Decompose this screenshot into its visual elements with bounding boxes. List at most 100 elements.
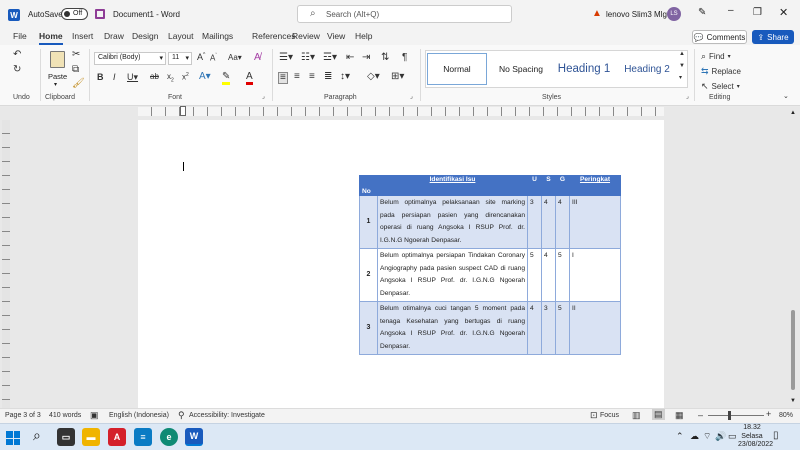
vertical-scrollbar[interactable]: ▲ ▼ (788, 110, 798, 406)
multilevel-list-icon[interactable]: ☲▾ (323, 53, 337, 63)
bullets-icon[interactable]: ☰▾ (279, 53, 293, 63)
decrease-indent-icon[interactable]: ⇤ (346, 53, 354, 63)
comments-button[interactable]: 💬 Comments (692, 30, 747, 44)
task-view-icon[interactable]: ▭ (57, 428, 75, 446)
align-center-icon[interactable]: ≡ (294, 72, 300, 82)
increase-indent-icon[interactable]: ⇥ (362, 53, 370, 63)
style-normal[interactable]: Normal (427, 53, 487, 85)
redo-icon[interactable]: ↻ (13, 65, 21, 75)
italic-icon[interactable]: I (113, 73, 116, 82)
tab-mailings[interactable]: Mailings (202, 31, 233, 41)
zoom-slider[interactable] (708, 411, 764, 420)
styles-more-icon[interactable]: ▾ (679, 75, 682, 81)
ruler-indent-marker[interactable] (180, 106, 186, 116)
change-case-icon[interactable]: Aa▾ (228, 54, 242, 62)
tab-draw[interactable]: Draw (104, 31, 124, 41)
battery-icon[interactable]: ▭ (728, 431, 737, 442)
paste-button[interactable]: Paste ▾ (48, 49, 68, 89)
style-heading-2[interactable]: Heading 2 (617, 53, 677, 85)
zoom-slider-thumb[interactable] (728, 411, 731, 420)
horizontal-ruler[interactable] (138, 107, 664, 116)
read-mode-icon[interactable]: ▥ (632, 410, 641, 421)
clear-formatting-icon[interactable]: A̸ (254, 53, 261, 63)
tab-home[interactable]: Home (39, 31, 63, 45)
collapse-ribbon-icon[interactable]: ⌄ (783, 93, 789, 100)
search-box[interactable]: ⌕ Search (Alt+Q) (297, 5, 512, 23)
word-app-icon[interactable]: W (8, 9, 20, 21)
proofing-icon[interactable]: ▣ (90, 410, 99, 421)
chevron-up-icon[interactable]: ⌃ (676, 431, 684, 442)
tab-file[interactable]: File (13, 31, 27, 41)
scroll-down-icon[interactable]: ▼ (790, 398, 796, 404)
tab-review[interactable]: Review (292, 31, 320, 41)
edge-icon[interactable]: e (160, 428, 178, 446)
close-icon[interactable]: ✕ (779, 6, 788, 19)
scroll-up-icon[interactable]: ▲ (790, 110, 796, 116)
wifi-icon[interactable]: ⌔ (703, 431, 711, 442)
bold-icon[interactable]: B (97, 73, 104, 82)
windows-start-icon[interactable] (6, 431, 20, 445)
print-layout-icon[interactable]: ▤ (652, 409, 665, 420)
warning-icon[interactable]: ▲ (592, 8, 602, 19)
tab-view[interactable]: View (327, 31, 345, 41)
row-description[interactable]: Belum optimalnya persiapan Tindakan Coro… (377, 248, 528, 302)
search-icon[interactable]: ⌕ (33, 427, 41, 444)
find-button[interactable]: ⌕ Find ▾ (701, 51, 731, 62)
shrink-font-icon[interactable]: Aˇ (210, 54, 217, 63)
styles-scroll-up-icon[interactable]: ▲ (679, 51, 685, 57)
notifications-icon[interactable]: ▯ (773, 430, 779, 441)
word-taskbar-icon[interactable]: W (185, 428, 203, 446)
focus-button[interactable]: Focus (600, 412, 619, 419)
align-right-icon[interactable]: ≡ (309, 72, 315, 82)
tab-layout[interactable]: Layout (168, 31, 194, 41)
tab-design[interactable]: Design (132, 31, 158, 41)
file-explorer-icon[interactable]: ▬ (82, 428, 100, 446)
strikethrough-icon[interactable]: ab (150, 73, 159, 81)
pen-icon[interactable]: ✎ (698, 7, 706, 18)
word-count[interactable]: 410 words (49, 412, 81, 419)
notepad-icon[interactable]: ≡ (134, 428, 152, 446)
tab-references[interactable]: References (252, 31, 295, 41)
web-layout-icon[interactable]: ▦ (675, 410, 684, 421)
dialog-launcher-icon[interactable]: ⌟ (686, 94, 689, 100)
accessibility-status[interactable]: Accessibility: Investigate (189, 412, 265, 419)
language-status[interactable]: English (Indonesia) (109, 412, 169, 419)
justify-icon[interactable]: ≣ (324, 72, 332, 82)
styles-scroll-down-icon[interactable]: ▼ (679, 63, 685, 69)
format-painter-icon[interactable]: 🖌 (72, 79, 85, 89)
zoom-in-icon[interactable]: + (766, 409, 771, 419)
borders-icon[interactable]: ⊞▾ (391, 72, 404, 82)
page-count[interactable]: Page 3 of 3 (5, 412, 41, 419)
subscript-icon[interactable]: x2 (167, 73, 174, 84)
font-size-dropdown[interactable]: 11 ▾ (168, 52, 192, 65)
restore-icon[interactable]: ❐ (753, 7, 762, 18)
network-icon[interactable]: ☁ (690, 431, 699, 442)
cut-icon[interactable]: ✂ (72, 50, 80, 60)
zoom-out-icon[interactable]: – (698, 410, 703, 420)
dialog-launcher-icon[interactable]: ⌟ (262, 94, 265, 100)
text-effects-icon[interactable]: A▾ (199, 72, 211, 82)
volume-icon[interactable]: 🔊 (715, 431, 726, 442)
font-color-icon[interactable]: A (246, 72, 253, 85)
highlight-icon[interactable]: ✎ (222, 72, 231, 85)
autosave-toggle[interactable]: Off (61, 8, 88, 20)
minimize-icon[interactable]: – (728, 5, 734, 16)
tab-insert[interactable]: Insert (72, 31, 93, 41)
show-formatting-icon[interactable]: ¶ (402, 53, 407, 63)
dialog-launcher-icon[interactable]: ⌟ (410, 94, 413, 100)
tab-help[interactable]: Help (355, 31, 372, 41)
replace-button[interactable]: ⇆ Replace (701, 66, 741, 77)
style-heading-1[interactable]: Heading 1 (553, 53, 615, 85)
undo-icon[interactable]: ↶ (13, 50, 21, 60)
grow-font-icon[interactable]: A^ (197, 53, 205, 62)
row-description[interactable]: Belum optimalnya pelaksanaan site markin… (377, 195, 528, 249)
zoom-level[interactable]: 80% (779, 412, 793, 419)
font-name-dropdown[interactable]: Calibri (Body) ▾ (94, 52, 166, 65)
clock[interactable]: 18.32 Selasa 23/08/2022 (738, 424, 773, 450)
save-icon[interactable] (95, 9, 105, 19)
superscript-icon[interactable]: x2 (182, 73, 189, 82)
row-description[interactable]: Belum otimalnya cuci tangan 5 moment pad… (377, 301, 528, 355)
underline-icon[interactable]: U▾ (127, 73, 138, 82)
avatar[interactable]: LS (667, 7, 681, 21)
scroll-thumb[interactable] (791, 310, 795, 390)
